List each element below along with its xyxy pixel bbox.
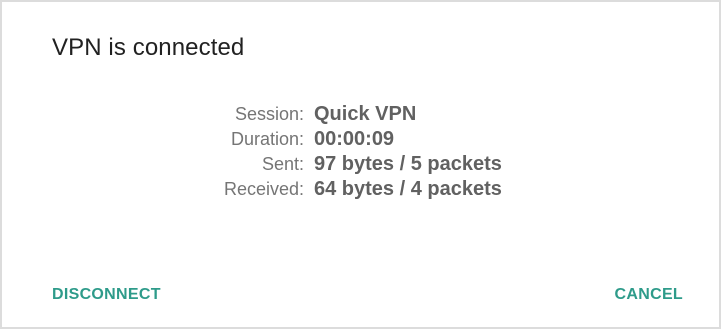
received-label: Received: (223, 179, 304, 199)
session-row: Session: Quick VPN (182, 102, 602, 127)
duration-value: 00:00:09 (314, 128, 395, 150)
sent-value: 97 bytes / 5 packets (314, 153, 502, 175)
connection-details: Session: Quick VPN Duration: 00:00:09 Se… (182, 102, 602, 202)
duration-label: Duration: (230, 129, 304, 149)
session-value: Quick VPN (314, 103, 417, 125)
cancel-button[interactable]: CANCEL (615, 278, 683, 312)
session-label: Session: (234, 104, 304, 124)
received-row: Received: 64 bytes / 4 packets (182, 177, 602, 202)
vpn-connected-dialog: VPN is connected Session: Quick VPN Dura… (0, 0, 721, 329)
sent-label: Sent: (261, 154, 304, 174)
received-value: 64 bytes / 4 packets (314, 178, 502, 200)
sent-row: Sent: 97 bytes / 5 packets (182, 152, 602, 177)
dialog-title: VPN is connected (52, 34, 245, 61)
disconnect-button[interactable]: DISCONNECT (52, 278, 161, 312)
duration-row: Duration: 00:00:09 (182, 127, 602, 152)
